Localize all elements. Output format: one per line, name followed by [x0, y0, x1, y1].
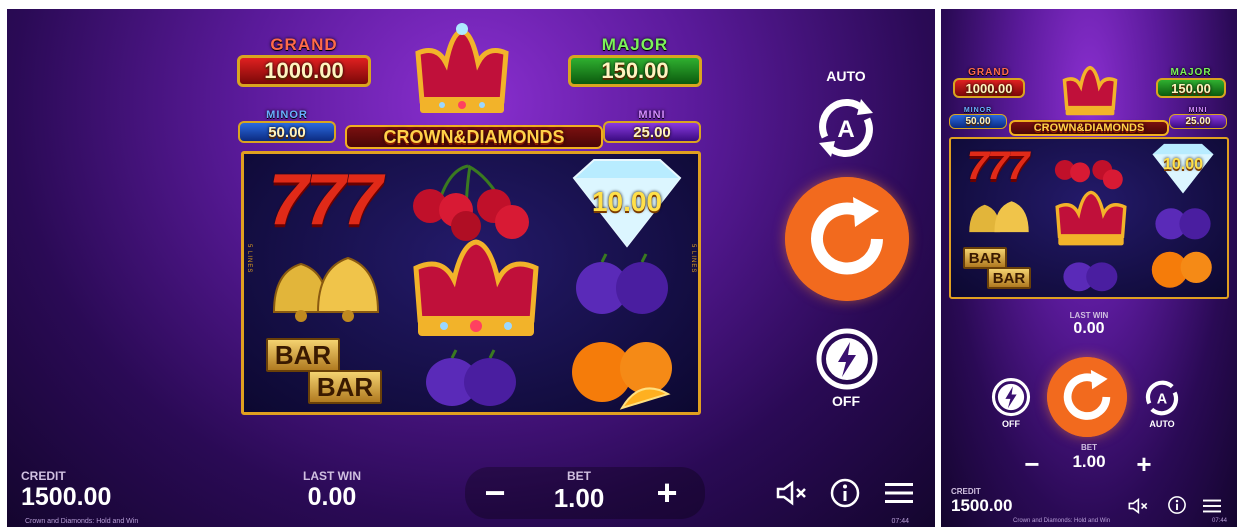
last-win-label-portrait: LAST WIN: [1069, 311, 1109, 320]
reel-lines-left: 5 LINES: [246, 244, 252, 274]
mini-value-portrait: 25.00: [1169, 114, 1227, 129]
sound-muted-icon-portrait[interactable]: [1127, 497, 1151, 515]
mini-jackpot: MINI 25.00: [603, 109, 701, 143]
bar-symbol-bottom: BAR: [308, 370, 382, 404]
reel-lines-right: 5 LINES: [690, 244, 696, 274]
major-label-portrait: MAJOR: [1170, 67, 1212, 78]
auto-label-portrait: AUTO: [1149, 419, 1175, 429]
menu-icon[interactable]: [883, 479, 915, 507]
portrait-game-view: GRAND 1000.00 MAJOR 150.00 MINOR 50.00 M…: [941, 9, 1237, 527]
footer-game-title-portrait: Crown and Diamonds: Hold and Win: [1013, 518, 1111, 524]
mini-label-portrait: MINI: [1188, 107, 1208, 114]
bar-symbol-top-portrait: BAR: [963, 247, 1007, 269]
grand-value: 1000.00: [237, 55, 371, 87]
major-jackpot-portrait: MAJOR 150.00: [1156, 67, 1226, 98]
bet-value-portrait: 1.00: [1072, 452, 1106, 471]
plums-icon: [426, 349, 516, 406]
footer-clock: 07:44: [891, 518, 909, 525]
grand-jackpot: GRAND 1000.00: [237, 35, 371, 87]
bet-increase-button-portrait[interactable]: +: [1129, 449, 1159, 479]
credit-value: 1500.00: [21, 483, 112, 511]
cherries-icon: [413, 164, 529, 241]
grand-value-portrait: 1000.00: [953, 78, 1025, 98]
cherries-icon-portrait: [1054, 159, 1123, 190]
bar-symbol-top: BAR: [266, 338, 340, 372]
bet-decrease-button[interactable]: −: [473, 471, 517, 515]
crown-logo-icon: [415, 23, 509, 113]
oranges-icon-portrait: [1151, 251, 1212, 288]
info-icon[interactable]: [829, 477, 861, 509]
bells-icon: [272, 256, 380, 322]
bet-label-portrait: BET: [1081, 443, 1097, 452]
last-win-label: LAST WIN: [303, 469, 361, 483]
diamond-prize-value: 10.00: [591, 186, 663, 217]
footer-game-title: Crown and Diamonds: Hold and Win: [25, 518, 139, 525]
crown-symbol-icon: [413, 239, 539, 336]
plums-right-icon: [576, 253, 668, 314]
major-value: 150.00: [568, 55, 702, 87]
oranges-icon: [572, 342, 672, 410]
bet-label: BET: [567, 469, 591, 483]
last-win-block: LAST WIN 0.00: [303, 469, 361, 512]
last-win-value: 0.00: [307, 483, 357, 511]
major-jackpot: MAJOR 150.00: [568, 35, 702, 87]
seven-symbol-portrait: 777: [966, 143, 1030, 188]
landscape-game-view: GRAND 1000.00 MAJOR 150.00 MINOR 50.00 M…: [7, 9, 935, 527]
credit-label-portrait: CREDIT: [951, 487, 981, 496]
bet-value: 1.00: [553, 483, 605, 513]
screenshot-root: GRAND 1000.00 MAJOR 150.00 MINOR 50.00 M…: [0, 0, 1237, 527]
seven-symbol: 777: [268, 160, 382, 240]
bet-block: BET 1.00: [537, 469, 621, 514]
auto-label: AUTO: [826, 68, 866, 84]
minor-value: 50.00: [238, 121, 336, 143]
bet-block-portrait: BET 1.00: [1059, 443, 1119, 472]
grand-jackpot-portrait: GRAND 1000.00: [953, 67, 1025, 98]
last-win-block-portrait: LAST WIN 0.00: [1049, 311, 1129, 338]
bells-icon-portrait: [969, 201, 1029, 233]
spin-button-portrait[interactable]: [1047, 357, 1127, 437]
svg-text:A: A: [837, 116, 854, 143]
turbo-state-label-portrait: OFF: [1002, 419, 1020, 429]
info-icon-portrait[interactable]: [1167, 495, 1187, 515]
major-value-portrait: 150.00: [1156, 78, 1226, 98]
mini-label: MINI: [638, 109, 666, 121]
credit-block-portrait: CREDIT 1500.00: [951, 487, 1012, 516]
minor-label-portrait: MINOR: [963, 107, 993, 114]
turbo-button[interactable]: [815, 327, 879, 391]
crown-symbol-icon-portrait: [1055, 190, 1127, 246]
game-logo-text: CROWN&DIAMONDS: [345, 125, 603, 149]
minor-jackpot: MINOR 50.00: [238, 109, 336, 143]
bar-symbol-bottom-portrait: BAR: [987, 267, 1031, 289]
turbo-button-portrait[interactable]: [991, 377, 1031, 417]
minor-label: MINOR: [266, 109, 308, 121]
plums-right-icon-portrait: [1155, 208, 1211, 240]
minor-value-portrait: 50.00: [949, 114, 1007, 129]
sound-muted-icon[interactable]: [775, 479, 811, 507]
bet-decrease-button-portrait[interactable]: −: [1017, 449, 1047, 479]
autoplay-button[interactable]: A: [811, 93, 881, 163]
autoplay-button-portrait[interactable]: A: [1141, 377, 1183, 419]
major-label: MAJOR: [601, 35, 669, 54]
bet-increase-button[interactable]: +: [645, 471, 689, 515]
grand-label: GRAND: [270, 35, 338, 54]
footer-clock-portrait: 07:44: [1211, 518, 1227, 524]
mini-jackpot-portrait: MINI 25.00: [1169, 107, 1227, 129]
spin-button[interactable]: [785, 177, 909, 301]
mini-value: 25.00: [603, 121, 701, 143]
crown-logo-icon-portrait: [1062, 65, 1118, 116]
game-logo-text-portrait: CROWN&DIAMONDS: [1009, 120, 1169, 136]
grand-label-portrait: GRAND: [968, 67, 1010, 78]
credit-block: CREDIT 1500.00: [21, 469, 111, 512]
reel-area-portrait: 777 BAR BAR 10.00: [949, 137, 1229, 299]
reel-area: 5 LINES 5 LINES 777 BAR BAR 10.00: [241, 151, 701, 415]
svg-text:A: A: [1157, 391, 1168, 407]
credit-label: CREDIT: [21, 469, 66, 483]
credit-value-portrait: 1500.00: [951, 496, 1013, 515]
turbo-state-label: OFF: [832, 393, 860, 409]
menu-icon-portrait[interactable]: [1201, 497, 1223, 515]
plums-icon-portrait: [1063, 262, 1118, 292]
diamond-prize-value-portrait: 10.00: [1162, 156, 1204, 173]
minor-jackpot-portrait: MINOR 50.00: [949, 107, 1007, 129]
last-win-value-portrait: 0.00: [1073, 320, 1105, 337]
